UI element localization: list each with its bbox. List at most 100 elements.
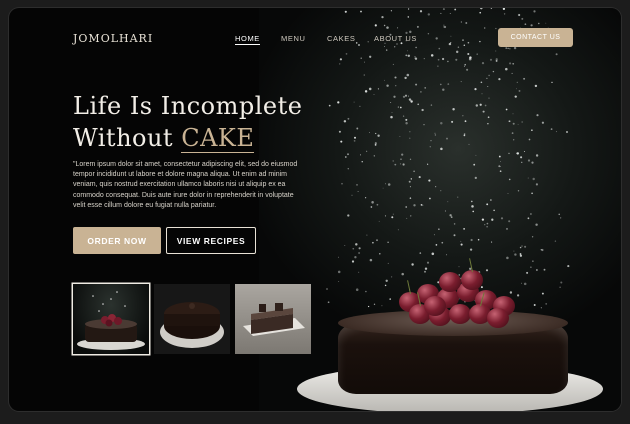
sugar-particle	[533, 10, 536, 13]
square-cake-thumb[interactable]	[235, 284, 311, 354]
order-now-button[interactable]: ORDER NOW	[73, 227, 161, 254]
nav-item-home[interactable]: HOME	[235, 34, 260, 45]
sugar-particle	[540, 249, 542, 251]
sugar-particle	[512, 113, 514, 115]
sugar-particle	[401, 153, 404, 156]
sugar-particle	[358, 44, 360, 46]
sugar-particle	[431, 252, 435, 256]
sugar-particle	[426, 261, 430, 264]
sugar-particle	[351, 260, 355, 263]
sugar-particle	[466, 68, 469, 71]
sugar-particle	[369, 55, 372, 58]
sugar-particle	[488, 74, 490, 77]
sugar-particle	[533, 304, 536, 306]
sugar-particle	[530, 24, 533, 27]
sugar-particle	[484, 104, 487, 107]
sugar-particle	[452, 108, 455, 111]
sugar-particle	[371, 201, 374, 204]
sugar-particle	[443, 26, 445, 28]
sugar-particle	[354, 256, 357, 259]
sugar-particle	[442, 88, 445, 91]
sugar-particle	[382, 187, 384, 189]
sugar-particle	[410, 178, 412, 180]
sugar-particle	[434, 132, 436, 134]
sugar-particle	[455, 58, 458, 61]
hero-description: "Lorem ipsum dolor sit amet, consectetur…	[73, 161, 298, 209]
sugar-particle	[337, 256, 339, 258]
sugar-particle	[484, 224, 486, 226]
sugar-particle	[551, 81, 553, 84]
sugar-particle	[404, 76, 407, 80]
nav-item-cakes[interactable]: CAKES	[327, 34, 355, 43]
sugar-particle	[366, 150, 368, 152]
sugar-particle	[555, 131, 557, 133]
sugar-particle	[405, 118, 408, 121]
sugar-particle	[438, 47, 441, 50]
contact-us-button[interactable]: CONTACT US	[498, 28, 573, 47]
sugar-particle	[529, 213, 532, 215]
sugar-particle	[355, 42, 358, 44]
sugar-particle	[519, 254, 523, 257]
sugar-particle	[540, 307, 542, 309]
sugar-particle	[469, 56, 472, 59]
sugar-particle	[566, 131, 568, 133]
sugar-particle	[385, 279, 388, 282]
sugar-particle	[512, 62, 515, 65]
sugar-particle	[339, 63, 341, 65]
sugar-particle	[357, 191, 359, 193]
sugar-particle	[460, 81, 462, 83]
sugar-particle	[457, 196, 459, 198]
sugar-particle	[408, 180, 411, 183]
sugar-particle	[477, 238, 480, 241]
sugar-particle	[394, 76, 397, 79]
sugar-particle	[467, 41, 470, 44]
sugar-particle	[390, 10, 393, 12]
sugar-particle	[498, 78, 501, 81]
sugar-particle	[474, 176, 477, 180]
sugar-particle	[451, 120, 454, 123]
sugar-particle	[429, 197, 431, 200]
sugar-particle	[365, 290, 367, 293]
sugar-particle	[486, 77, 488, 80]
nav-item-about-us[interactable]: ABOUT US	[374, 34, 417, 43]
sugar-particle	[394, 163, 397, 166]
sugar-particle	[447, 201, 449, 203]
sugar-particle	[392, 213, 394, 215]
hero-headline: Life Is Incomplete Without CAKE	[73, 90, 302, 154]
sugar-particle	[409, 30, 412, 34]
sugar-particle	[554, 240, 557, 242]
sugar-particle	[414, 57, 418, 60]
nav-item-menu[interactable]: MENU	[281, 34, 305, 43]
sugar-particle	[356, 127, 359, 130]
sugar-particle	[523, 77, 526, 80]
cherry-cake-thumb[interactable]	[73, 284, 149, 354]
brand-logo[interactable]: JOMOLHARI	[73, 32, 153, 45]
sugar-particle	[531, 236, 534, 238]
sugar-particle	[505, 67, 508, 71]
sugar-particle	[442, 8, 445, 11]
sugar-particle	[443, 24, 445, 26]
sugar-particle	[435, 244, 438, 246]
view-recipes-button[interactable]: VIEW RECIPES	[166, 227, 256, 254]
sugar-particle	[481, 218, 485, 221]
sugar-particle	[358, 271, 360, 273]
sugar-particle	[534, 84, 538, 88]
sugar-particle	[429, 146, 431, 148]
sugar-particle	[406, 217, 408, 219]
sugar-particle	[460, 240, 462, 242]
sugar-particle	[543, 268, 546, 271]
sugar-particle	[430, 104, 433, 106]
sugar-particle	[455, 50, 459, 54]
sugar-particle	[526, 271, 529, 274]
cherry	[439, 272, 461, 292]
sugar-particle	[341, 182, 343, 185]
sugar-particle	[410, 100, 413, 103]
sugar-particle	[536, 114, 539, 117]
sugar-particle	[480, 8, 483, 10]
sugar-particle	[368, 87, 372, 91]
chocolate-cake-thumb[interactable]	[154, 284, 230, 354]
sugar-particle	[545, 22, 547, 24]
sugar-particle	[435, 186, 437, 188]
sugar-particle	[411, 263, 414, 266]
sugar-particle	[387, 262, 389, 264]
